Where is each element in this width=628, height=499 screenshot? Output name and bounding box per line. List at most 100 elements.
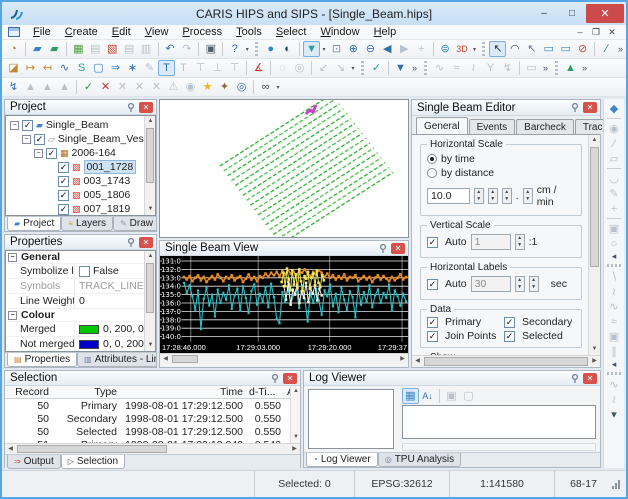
collapse-strip-icon[interactable]: ▾: [605, 407, 623, 422]
menu-file[interactable]: File: [26, 26, 58, 38]
close-icon[interactable]: ✕: [583, 372, 597, 384]
spinner[interactable]: ▲ ▼: [487, 188, 498, 204]
toolbar-overflow-button[interactable]: »: [409, 63, 420, 73]
menu-create[interactable]: Create: [58, 26, 105, 38]
scroll-up-icon[interactable]: ▲: [145, 251, 155, 262]
column-header-record[interactable]: Record: [5, 386, 55, 398]
find-icon[interactable]: ∞: [257, 79, 274, 95]
pin-icon[interactable]: [377, 243, 389, 254]
pin-icon[interactable]: [125, 102, 137, 113]
selected-checkbox[interactable]: ✓: [504, 330, 515, 342]
graticule-icon[interactable]: ⊜: [437, 41, 454, 57]
surface-icon[interactable]: ▲: [562, 60, 579, 76]
map-display-view[interactable]: [159, 93, 409, 245]
join-points-checkbox[interactable]: ✓: [427, 330, 438, 342]
tree-expander-icon[interactable]: −: [22, 134, 31, 144]
property-row-symbols[interactable]: Symbols TRACK_LINE: [6, 279, 155, 294]
toolbar-overflow-button[interactable]: »: [540, 63, 551, 73]
search-target-icon[interactable]: ◎: [233, 79, 250, 95]
mdi-minimize-button[interactable]: –: [572, 27, 588, 38]
property-value[interactable]: 0: [74, 294, 155, 308]
group-expander-icon[interactable]: −: [8, 252, 17, 262]
filter-accept-icon[interactable]: ✓: [368, 60, 385, 76]
properties-tab-attributes-line[interactable]: ▥Attributes - Line: [77, 353, 156, 367]
vertical-auto-checkbox[interactable]: ✓: [427, 236, 438, 248]
scroll-left-icon[interactable]: ◀: [160, 354, 171, 365]
table-row[interactable]: 50Primary1998-08-01 17:29:12.5000.550109…: [5, 399, 300, 412]
project-tab-draw[interactable]: ✎Draw ...: [112, 217, 156, 231]
editor-hscrollbar[interactable]: ◀ ▶: [412, 355, 600, 367]
scroll-right-icon[interactable]: ▶: [289, 444, 300, 455]
tree-node-line-003-1743[interactable]: ✓ ▨ 003_1743: [8, 174, 155, 188]
select-pick-icon[interactable]: ↖: [523, 41, 540, 57]
new-field-sheet-icon[interactable]: ▢: [90, 60, 107, 76]
menu-window[interactable]: Window: [313, 26, 366, 38]
dropdown-arrow-icon[interactable]: ▾: [471, 46, 479, 53]
filter-test-icon[interactable]: ▼: [392, 60, 409, 76]
depth-trace-chart[interactable]: 131.0 132.0 133.0 134.0 135.0 136.0 137.0 138.0…: [160, 256, 408, 353]
import-image-icon[interactable]: ▦: [70, 41, 87, 57]
property-row-line-weight[interactable]: Line Weight 0: [6, 294, 155, 309]
zoom-in-icon[interactable]: ⊕: [345, 41, 362, 57]
selection-hscrollbar[interactable]: ◀ ▶: [5, 443, 300, 454]
chart-hscrollbar[interactable]: ◀ ▶: [160, 353, 408, 364]
world-view-icon[interactable]: ●: [262, 41, 279, 57]
spinner[interactable]: ▲ ▼: [514, 234, 525, 250]
toolbar-scroll-arrow[interactable]: ◂: [609, 359, 620, 370]
menu-view[interactable]: View: [138, 26, 176, 38]
scroll-right-icon[interactable]: ▶: [589, 356, 600, 367]
project-tab-project[interactable]: ▰ Project: [7, 217, 62, 231]
pin-icon[interactable]: [125, 237, 137, 248]
property-value[interactable]: 0, 0, 200: [74, 337, 155, 351]
toolbar-overflow-button[interactable]: »: [615, 44, 626, 54]
open-project-icon[interactable]: ▰: [29, 41, 46, 57]
scroll-up-icon[interactable]: ▲: [145, 116, 155, 127]
project-tab-layers[interactable]: ≡ Layers: [61, 217, 113, 231]
mdi-restore-button[interactable]: ❐: [588, 27, 604, 38]
menu-edit[interactable]: Edit: [105, 26, 138, 38]
zoom-out-icon[interactable]: ⊖: [362, 41, 379, 57]
eraser-icon[interactable]: ◪: [5, 60, 22, 76]
property-row-symbolize-lin[interactable]: Symbolize linFalse: [6, 264, 155, 279]
undo-icon[interactable]: ↶: [162, 41, 179, 57]
spinner[interactable]: ▲ ▼: [514, 276, 525, 292]
new-layer-icon[interactable]: ◆: [605, 101, 623, 116]
editor-vscrollbar[interactable]: ▲ ▼: [588, 135, 600, 355]
zoom-area-icon[interactable]: ⊡: [328, 41, 345, 57]
deselect-icon[interactable]: ⊘: [574, 41, 591, 57]
property-value[interactable]: False: [74, 264, 155, 278]
maximize-button[interactable]: □: [558, 4, 586, 23]
scroll-down-icon[interactable]: ▼: [145, 340, 155, 351]
dropdown-arrow-icon[interactable]: ▾: [349, 65, 357, 72]
tree-checkbox[interactable]: ✓: [58, 189, 69, 201]
tree-node-day-2006-164[interactable]: − ✓ ▦ 2006-164: [8, 146, 155, 160]
toolbar-scroll-arrow[interactable]: ◂: [609, 251, 620, 262]
log-detail-box[interactable]: [402, 405, 596, 439]
column-header-type[interactable]: Type: [55, 386, 123, 398]
spinner[interactable]: ▲ ▼: [522, 188, 533, 204]
secondary-checkbox[interactable]: ✓: [504, 316, 515, 328]
svp-icon[interactable]: S: [73, 60, 90, 76]
select-all-icon[interactable]: ▭: [557, 41, 574, 57]
property-group-general[interactable]: − General: [6, 251, 155, 264]
tree-checkbox[interactable]: ✓: [58, 161, 69, 173]
scroll-down-icon[interactable]: ▼: [589, 344, 600, 355]
editor-tab-events[interactable]: Events: [468, 119, 516, 134]
view-3d-icon[interactable]: 3D: [454, 41, 471, 57]
select-lasso-icon[interactable]: ◠: [506, 41, 523, 57]
spinner[interactable]: ▲ ▼: [473, 188, 484, 204]
mdi-document-icon[interactable]: [8, 27, 20, 37]
select-cursor-icon[interactable]: ↖: [489, 41, 507, 57]
labels-interval-input[interactable]: 30: [470, 276, 511, 292]
tree-expander-icon[interactable]: −: [10, 120, 19, 130]
by-time-radio[interactable]: [427, 154, 437, 164]
menu-select[interactable]: Select: [269, 26, 314, 38]
tree-checkbox[interactable]: ✓: [58, 203, 69, 215]
close-icon[interactable]: ✕: [391, 242, 405, 254]
bottom-tab-output[interactable]: ⇒ Output: [7, 455, 61, 469]
scroll-up-icon[interactable]: ▲: [589, 135, 600, 146]
dropdown-arrow-icon[interactable]: ▾: [320, 46, 328, 53]
menu-tools[interactable]: Tools: [229, 26, 269, 38]
reject-icon[interactable]: ✕: [97, 79, 114, 95]
tide-icon[interactable]: T: [158, 60, 175, 76]
